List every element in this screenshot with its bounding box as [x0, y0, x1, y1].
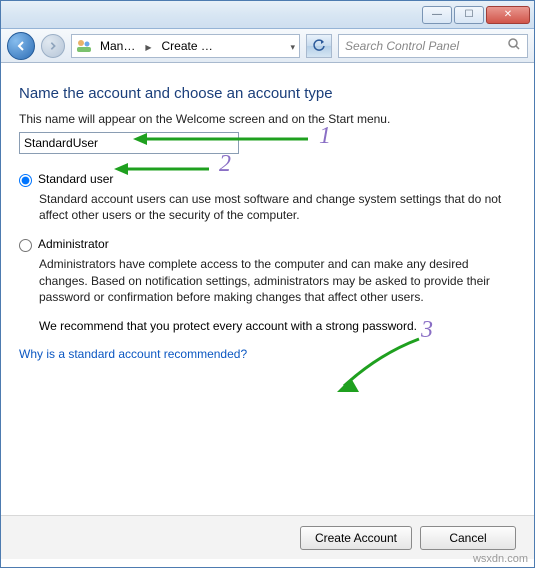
content-area: Name the account and choose an account t…	[1, 63, 534, 361]
page-subtext: This name will appear on the Welcome scr…	[19, 112, 516, 126]
close-button[interactable]: ✕	[486, 6, 530, 24]
search-box[interactable]: Search Control Panel	[338, 34, 528, 58]
breadcrumb-item[interactable]: Man…	[96, 39, 139, 53]
maximize-button[interactable]: ☐	[454, 6, 484, 24]
navigation-bar: Man… Create … Search Control Panel	[1, 29, 534, 63]
address-bar[interactable]: Man… Create …	[71, 34, 300, 58]
standard-desc: Standard account users can use most soft…	[39, 191, 516, 223]
breadcrumb-item[interactable]: Create …	[158, 39, 217, 53]
admin-desc: Administrators have complete access to t…	[39, 256, 516, 305]
minimize-button[interactable]: —	[422, 6, 452, 24]
radio-admin-label: Administrator	[38, 237, 109, 251]
refresh-button[interactable]	[306, 34, 332, 58]
account-name-input[interactable]	[19, 132, 239, 154]
search-placeholder: Search Control Panel	[345, 39, 459, 53]
password-recommend: We recommend that you protect every acco…	[39, 319, 516, 333]
address-dropdown-icon[interactable]	[290, 39, 295, 53]
page-heading: Name the account and choose an account t…	[19, 85, 516, 102]
why-standard-link[interactable]: Why is a standard account recommended?	[19, 347, 247, 361]
radio-standard-label: Standard user	[38, 172, 113, 186]
radio-administrator[interactable]	[19, 239, 32, 252]
radio-standard-user[interactable]	[19, 174, 32, 187]
watermark: wsxdn.com	[473, 553, 528, 565]
cancel-button[interactable]: Cancel	[420, 526, 516, 550]
footer-bar: Create Account Cancel	[1, 515, 534, 559]
back-button[interactable]	[7, 32, 35, 60]
account-type-options: Standard user Standard account users can…	[19, 172, 516, 333]
breadcrumb-separator-icon	[143, 39, 153, 53]
forward-button[interactable]	[41, 34, 65, 58]
user-accounts-icon	[76, 38, 92, 54]
title-bar: — ☐ ✕	[1, 1, 534, 29]
create-account-button[interactable]: Create Account	[300, 526, 412, 550]
search-icon	[507, 37, 521, 54]
